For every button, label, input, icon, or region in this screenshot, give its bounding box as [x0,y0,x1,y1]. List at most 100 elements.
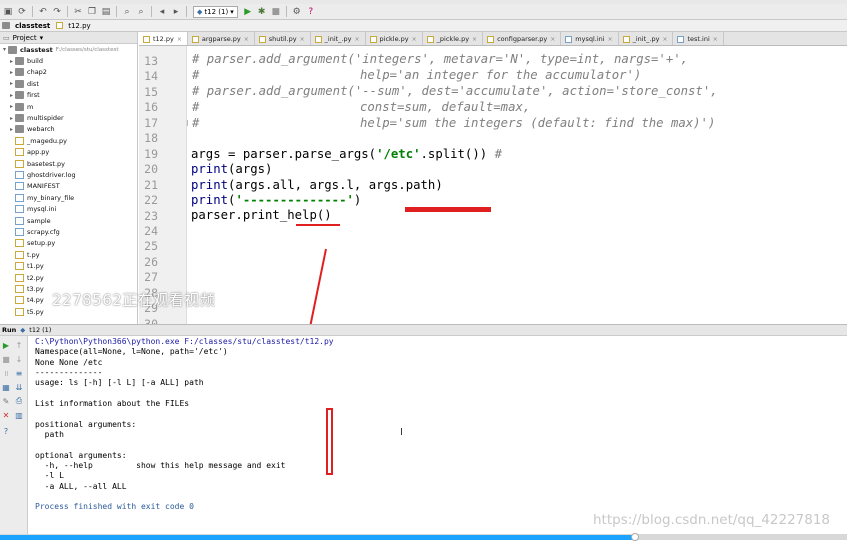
editor-tab[interactable]: mysql.ini × [561,32,619,45]
tree-file[interactable]: t2.py [0,272,137,283]
settings-icon[interactable]: ⚙ [291,6,303,18]
pause-icon[interactable]: ॥ [1,368,11,378]
tree-file[interactable]: t.py [0,249,137,260]
help-icon[interactable]: ? [305,6,317,18]
rerun-icon[interactable]: ▶ [1,340,11,350]
expand-arrow-icon[interactable]: ▸ [8,103,15,110]
tree-file[interactable]: setup.py [0,238,137,249]
expand-arrow-icon[interactable]: ▸ [8,80,15,87]
close-tab-icon[interactable]: × [244,36,249,43]
save-icon[interactable]: ▣ [2,6,14,18]
project-root[interactable]: ▾ classtest F:/classes/stu/classtest [0,44,137,55]
tree-folder[interactable]: ▸ build [0,55,137,66]
project-panel-header[interactable]: ▭ Project ▾ [0,32,137,44]
tree-folder[interactable]: ▸ chap2 [0,67,137,78]
code-text: (args) [228,162,273,176]
close-tab-icon[interactable]: × [354,36,359,43]
tree-file[interactable]: scrapy.cfg [0,226,137,237]
soft-wrap-icon[interactable]: ≡ [14,368,24,378]
editor-tab[interactable]: shutil.py × [255,32,311,45]
expand-arrow-icon[interactable]: ▸ [8,126,15,133]
close-tab-icon[interactable]: × [662,36,667,43]
tree-file[interactable]: my_binary_file [0,192,137,203]
close-tab-icon[interactable]: × [177,36,182,43]
close-icon[interactable]: ✕ [1,410,11,420]
redo-icon[interactable]: ↷ [51,6,63,18]
close-tab-icon[interactable]: × [713,36,718,43]
line-number: 27 [144,270,158,285]
tree-folder[interactable]: ▸ multispider [0,112,137,123]
close-tab-icon[interactable]: × [300,36,305,43]
help-icon[interactable]: ? [1,426,11,436]
stop-icon[interactable]: ■ [270,6,282,18]
stop-icon[interactable]: ■ [1,354,11,364]
tree-folder[interactable]: ▸ first [0,90,137,101]
close-tab-icon[interactable]: × [472,36,477,43]
run-configuration-select[interactable]: ◆ t12 (1) ▾ [193,5,238,18]
tree-folder[interactable]: ▸ m [0,101,137,112]
debug-icon[interactable]: ✱ [256,6,268,18]
editor-tab[interactable]: t12.py × [139,32,188,45]
editor-tab[interactable]: configparser.py × [483,32,562,45]
tree-file[interactable]: _magedu.py [0,135,137,146]
breadcrumb-project[interactable]: classtest [2,22,50,30]
editor-tab-label: _pickle.py [436,35,470,43]
tree-file[interactable]: sample [0,215,137,226]
editor-tab[interactable]: _init_.py × [619,32,674,45]
code-text: .split()) [420,147,495,161]
run-panel-config[interactable]: t12 (1) [29,326,51,334]
tree-folder[interactable]: ▸ webarch [0,124,137,135]
paste-icon[interactable]: ▤ [100,6,112,18]
editor-tab[interactable]: _pickle.py × [423,32,484,45]
scroll-end-icon[interactable]: ⇊ [14,382,24,392]
run-console[interactable]: C:\Python\Python366\python.exe F:/classe… [28,336,847,534]
run-panel-label[interactable]: Run [2,326,16,334]
editor-tab[interactable]: _init_.py × [311,32,366,45]
pin-icon[interactable]: ✎ [1,396,11,406]
tree-file[interactable]: ghostdriver.log [0,169,137,180]
sync-icon[interactable]: ⟳ [16,6,28,18]
code-comment: const=sum, default=max, [360,100,531,114]
folder-icon [15,68,24,77]
close-tab-icon[interactable]: × [412,36,417,43]
expand-arrow-icon[interactable]: ▸ [8,115,15,122]
fold-marker-icon[interactable] [187,120,188,126]
code-editor[interactable]: # parser.add_argument('integers', metava… [187,46,847,324]
editor-tab[interactable]: test.ini × [673,32,724,45]
expand-arrow-icon[interactable]: ▸ [8,58,15,65]
tree-file[interactable]: basetest.py [0,158,137,169]
tree-file[interactable]: t1.py [0,260,137,271]
tree-folder[interactable]: ▸ dist [0,78,137,89]
restore-layout-icon[interactable]: ▦ [1,382,11,392]
line-number: 23 [144,208,158,223]
run-icon[interactable]: ▶ [242,6,254,18]
scroll-up-icon[interactable]: ↑ [14,340,24,350]
editor-tab[interactable]: argparse.py × [188,32,255,45]
replace-icon[interactable]: ⌕ [135,6,147,18]
breadcrumb-file[interactable]: t12.py [56,22,91,30]
expand-arrow-icon[interactable]: ▸ [8,69,15,76]
expand-arrow-icon[interactable]: ▸ [8,92,15,99]
print-icon[interactable]: ⎙ [14,396,24,406]
close-tab-icon[interactable]: × [550,36,555,43]
video-progress-bar[interactable] [0,535,636,540]
undo-icon[interactable]: ↶ [37,6,49,18]
tree-item-label: app.py [27,148,50,157]
cut-icon[interactable]: ✂ [72,6,84,18]
find-icon[interactable]: ⌕ [121,6,133,18]
console-line: None None /etc [35,357,103,367]
tree-file[interactable]: mysql.ini [0,203,137,214]
console-line: -------------- [35,367,103,377]
scroll-down-icon[interactable]: ↓ [14,354,24,364]
tree-file[interactable]: app.py [0,147,137,158]
close-tab-icon[interactable]: × [608,36,613,43]
forward-icon[interactable]: ▸ [170,6,182,18]
trash-icon[interactable]: ▥ [14,410,24,420]
tree-file[interactable]: MANIFEST [0,181,137,192]
project-tree: ▸ build ▸ chap2 ▸ dist ▸ first ▸ m ▸ multispider ▸ we… [0,55,137,317]
editor-tab[interactable]: pickle.py × [366,32,423,45]
back-icon[interactable]: ◂ [156,6,168,18]
copy-icon[interactable]: ❐ [86,6,98,18]
expand-arrow-icon[interactable]: ▾ [1,46,8,53]
code-string: '/etc' [376,147,421,161]
